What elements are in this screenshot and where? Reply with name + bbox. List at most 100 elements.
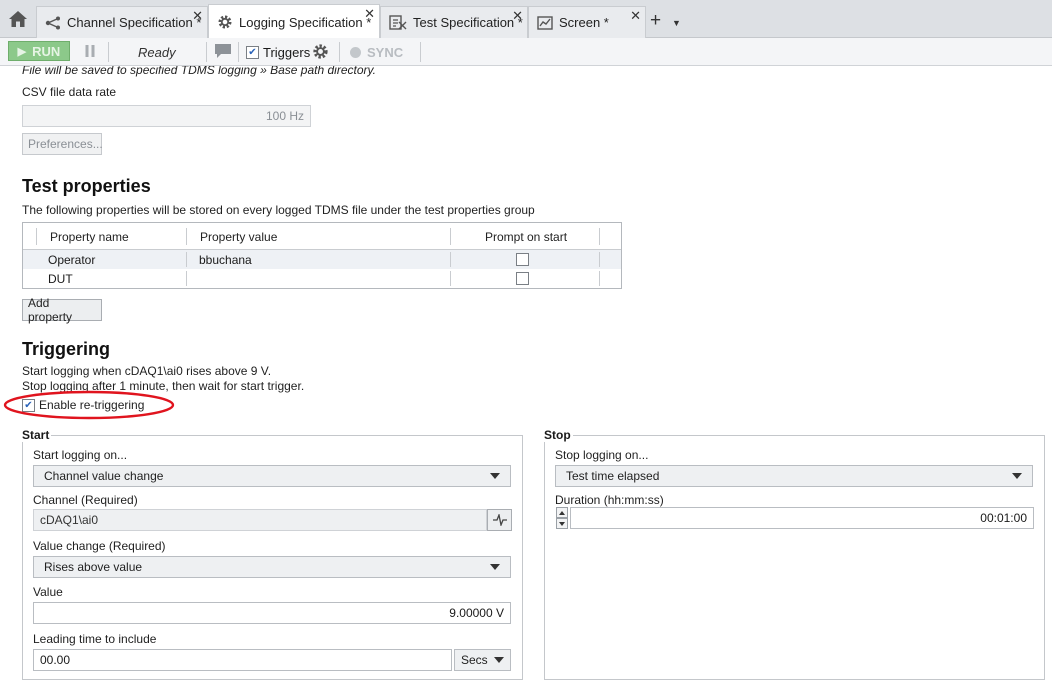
sync-icon (350, 47, 361, 58)
stop-logging-on-value: Test time elapsed (566, 469, 660, 483)
column-divider (599, 252, 600, 267)
chevron-down-icon (1012, 473, 1022, 479)
column-divider (599, 228, 600, 245)
tab-test-specification[interactable]: Test Specification * ✕ (380, 6, 528, 38)
value-change-label: Value change (Required) (33, 539, 166, 553)
test-spec-icon (389, 14, 407, 30)
preferences-label: Preferences... (28, 137, 103, 151)
column-divider (186, 271, 187, 286)
table-row[interactable]: DUT (23, 269, 621, 288)
prompt-on-start-checkbox[interactable] (516, 253, 529, 266)
start-logging-on-dropdown[interactable]: Channel value change (33, 465, 511, 487)
column-divider (450, 228, 451, 245)
start-logging-on-label: Start logging on... (33, 448, 128, 462)
tab-label: Channel Specification * (67, 15, 202, 30)
property-value-cell[interactable]: bbuchana (199, 253, 252, 267)
column-divider (599, 271, 600, 286)
tab-screen[interactable]: Screen * ✕ (528, 6, 646, 38)
trigger-summary-start: Start logging when cDAQ1\ai0 rises above… (22, 364, 272, 378)
sync-label: SYNC (367, 45, 404, 60)
triggers-checkbox[interactable]: ✔ (246, 46, 259, 59)
tab-bar: Channel Specification * ✕ Logging Specif… (0, 0, 1052, 39)
value-value: 9.00000 V (449, 606, 504, 620)
leading-time-value: 00.00 (40, 653, 71, 667)
logging-path-note: File will be saved to specified TDMS log… (22, 66, 376, 77)
column-divider (186, 228, 187, 245)
preferences-button[interactable]: Preferences... (22, 133, 103, 155)
duration-increment-button[interactable] (556, 507, 568, 518)
add-tab-button[interactable]: + (650, 10, 661, 32)
toolbar-divider (339, 42, 340, 62)
column-header-property-value[interactable]: Property value (200, 230, 277, 244)
pause-icon (85, 45, 95, 57)
chevron-down-icon (494, 657, 504, 663)
property-name-cell[interactable]: Operator (48, 253, 95, 267)
stop-logging-on-label: Stop logging on... (555, 448, 649, 462)
close-icon[interactable]: ✕ (512, 9, 523, 22)
toolbar-divider (108, 42, 109, 62)
value-change-dropdown[interactable]: Rises above value (33, 556, 511, 578)
duration-value: 00:01:00 (980, 511, 1027, 525)
test-properties-heading: Test properties (22, 176, 151, 196)
start-group-title: Start (20, 428, 52, 442)
column-divider (36, 228, 37, 245)
run-button[interactable]: ▶ RUN (8, 41, 70, 61)
chevron-down-icon (490, 564, 500, 570)
duration-decrement-button[interactable] (556, 518, 568, 529)
close-icon[interactable]: ✕ (192, 9, 203, 22)
properties-table: Property name Property value Prompt on s… (22, 222, 622, 289)
column-header-property-name[interactable]: Property name (50, 230, 129, 244)
home-icon (9, 11, 27, 27)
channel-field[interactable]: cDAQ1\ai0 (33, 509, 487, 531)
leading-time-label: Leading time to include (33, 632, 157, 646)
csv-rate-value: 100 Hz (265, 109, 304, 123)
test-properties-description: The following properties will be stored … (22, 203, 535, 217)
gear-icon (218, 15, 232, 29)
value-change-value: Rises above value (44, 560, 143, 574)
triggers-label: Triggers (263, 45, 311, 60)
column-divider (450, 252, 451, 267)
duration-field[interactable]: 00:01:00 (570, 507, 1034, 529)
tab-channel-specification[interactable]: Channel Specification * ✕ (36, 6, 208, 38)
comment-icon (215, 44, 231, 58)
toolbar-divider (238, 42, 239, 62)
home-button[interactable] (2, 4, 34, 34)
tab-menu-chevron-down-icon[interactable]: ▼ (672, 18, 681, 28)
csv-rate-label: CSV file data rate (22, 85, 117, 99)
comment-button[interactable] (214, 43, 232, 62)
tab-logging-specification[interactable]: Logging Specification * ✕ (208, 4, 380, 39)
column-divider (450, 271, 451, 286)
triggering-heading: Triggering (22, 339, 111, 359)
leading-time-unit: Secs (461, 653, 488, 667)
highlight-ellipse (3, 390, 175, 420)
leading-time-field[interactable]: 00.00 (33, 649, 452, 671)
toolbar-divider (420, 42, 421, 62)
status-text: Ready (138, 45, 176, 60)
add-property-button[interactable]: Add property (22, 296, 102, 324)
toolbar: ▶ RUN Ready ✔ Triggers SYNC (0, 38, 1052, 66)
close-icon[interactable]: ✕ (630, 9, 641, 22)
tab-label: Screen * (559, 15, 609, 30)
chevron-down-icon (490, 473, 500, 479)
stop-logging-on-dropdown[interactable]: Test time elapsed (555, 465, 1033, 487)
leading-time-unit-dropdown[interactable]: Secs (454, 649, 511, 671)
value-field[interactable]: 9.00000 V (33, 602, 511, 624)
close-icon[interactable]: ✕ (364, 7, 375, 20)
column-header-prompt-on-start[interactable]: Prompt on start (485, 230, 567, 244)
add-property-label: Add property (28, 296, 73, 324)
duration-label: Duration (hh:mm:ss) (555, 493, 664, 507)
sync-button[interactable]: SYNC (350, 45, 403, 60)
table-row[interactable]: Operator bbuchana (23, 250, 621, 269)
value-label: Value (33, 585, 63, 599)
tab-label: Test Specification * (413, 15, 523, 30)
scroll-clip: File will be saved to specified TDMS log… (0, 66, 1052, 78)
trigger-settings-button[interactable] (312, 43, 329, 63)
csv-rate-field[interactable]: 100 Hz (22, 105, 311, 127)
stop-group-title: Stop (542, 428, 573, 442)
channel-browse-button[interactable] (487, 509, 512, 531)
property-name-cell[interactable]: DUT (48, 272, 73, 286)
tab-label: Logging Specification * (239, 14, 372, 30)
prompt-on-start-checkbox[interactable] (516, 272, 529, 285)
pause-button[interactable] (84, 44, 96, 61)
play-icon: ▶ (17, 45, 27, 58)
